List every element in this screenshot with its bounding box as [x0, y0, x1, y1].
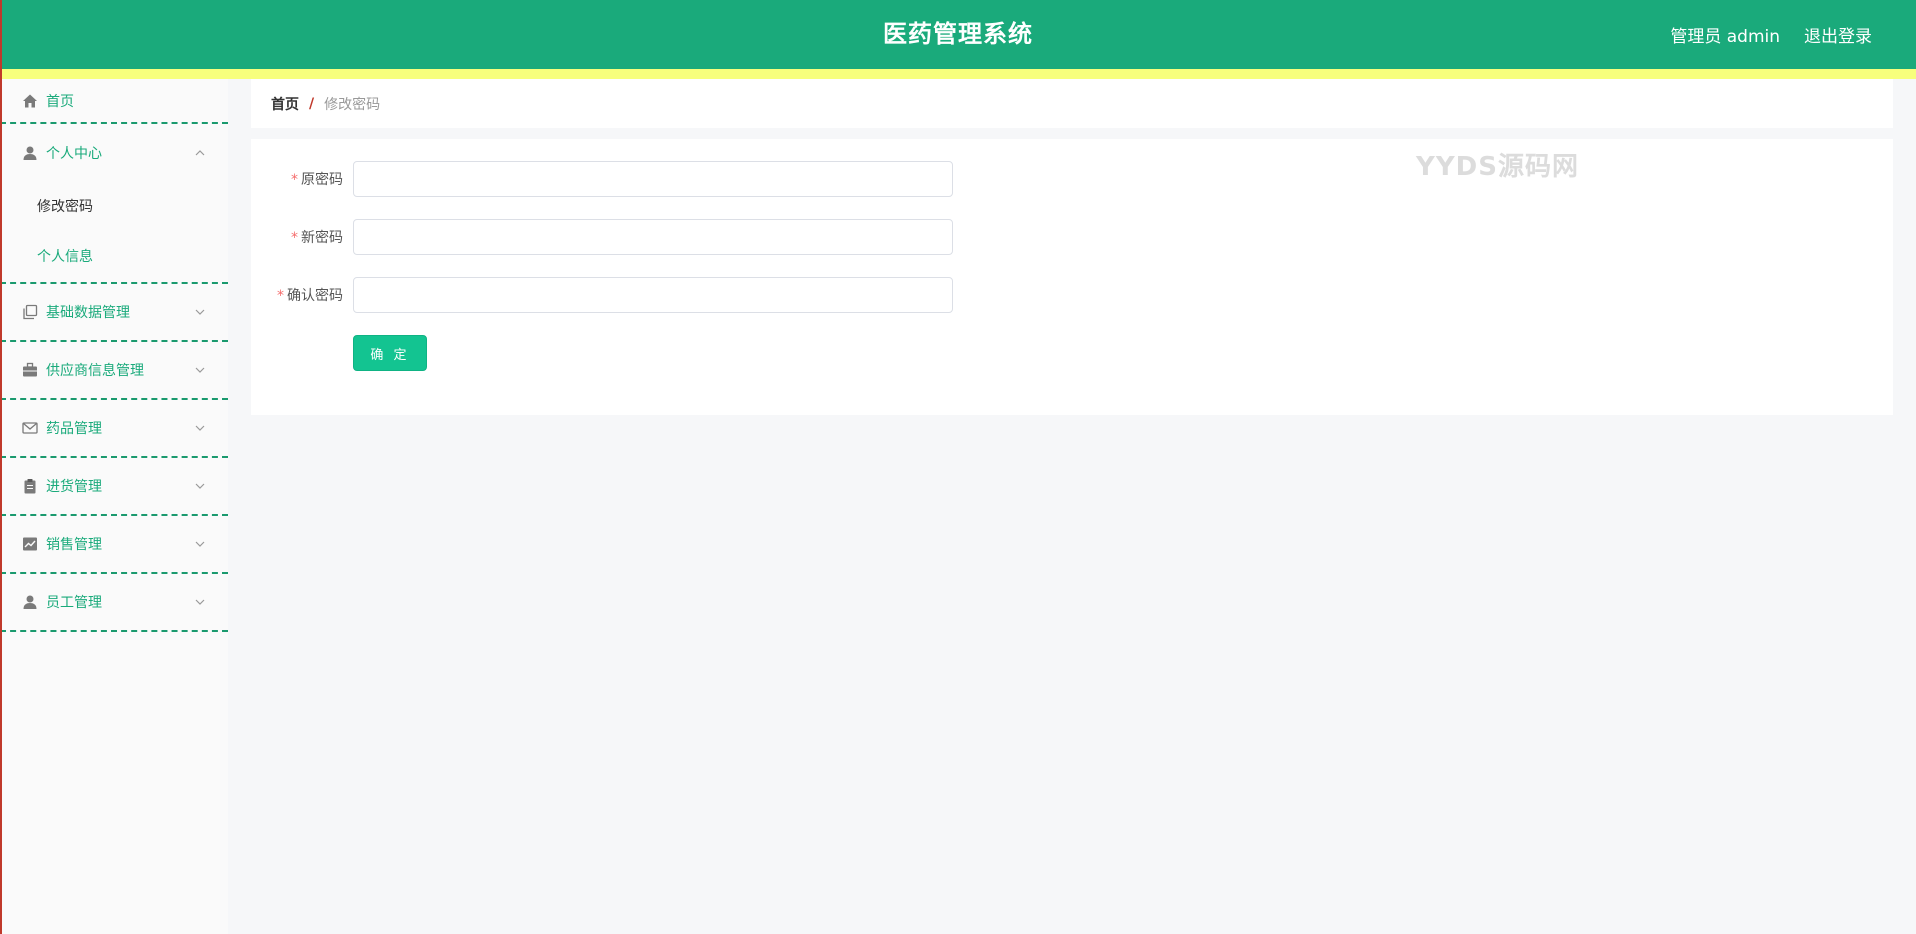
- new-password-label: * 新密码: [251, 227, 353, 247]
- sidebar-item-label: 首页: [46, 93, 74, 110]
- sidebar-subitem-change-password[interactable]: 修改密码: [0, 182, 228, 232]
- new-password-input[interactable]: [353, 219, 953, 255]
- home-icon: [22, 93, 38, 109]
- copy-icon: [22, 304, 38, 320]
- form-row-old-password: * 原密码: [251, 161, 953, 197]
- clipboard-icon: [22, 478, 38, 494]
- sidebar-item-label: 供应商信息管理: [46, 363, 144, 379]
- chevron-down-icon: [195, 483, 205, 489]
- chevron-down-icon: [195, 367, 205, 373]
- header-accent-strip: [0, 69, 1916, 79]
- breadcrumb-current: 修改密码: [324, 96, 381, 113]
- field-label-text: 新密码: [301, 230, 343, 246]
- field-label-text: 确认密码: [287, 288, 343, 304]
- sidebar-item-label: 员工管理: [46, 595, 102, 611]
- field-label-text: 原密码: [301, 172, 343, 188]
- sidebar-item-supplier[interactable]: 供应商信息管理: [0, 342, 228, 400]
- change-password-form: * 原密码 * 新密码 * 确认密码 确 定: [251, 139, 1893, 415]
- header-user-area: 管理员 admin 退出登录: [1670, 0, 1872, 69]
- confirm-button[interactable]: 确 定: [353, 335, 427, 371]
- sidebar-item-basic-data[interactable]: 基础数据管理: [0, 284, 228, 342]
- required-mark: *: [277, 288, 284, 304]
- breadcrumb-separator: /: [309, 95, 315, 112]
- breadcrumb: 首页 / 修改密码: [251, 79, 1893, 128]
- chart-icon: [22, 536, 38, 552]
- window-left-edge: [0, 0, 2, 934]
- form-row-new-password: * 新密码: [251, 219, 953, 255]
- chevron-down-icon: [195, 599, 205, 605]
- chevron-down-icon: [195, 425, 205, 431]
- current-user-label: 管理员 admin: [1670, 27, 1780, 47]
- watermark: YYDS源码网: [1416, 152, 1579, 182]
- sidebar-item-staff[interactable]: 员工管理: [0, 574, 228, 632]
- sidebar-item-home[interactable]: 首页: [0, 79, 228, 124]
- confirm-password-label: * 确认密码: [251, 285, 353, 305]
- required-mark: *: [291, 172, 298, 188]
- sidebar-item-medicine[interactable]: 药品管理: [0, 400, 228, 458]
- sidebar-item-sales[interactable]: 销售管理: [0, 516, 228, 574]
- user-icon: [22, 145, 38, 161]
- mail-icon: [22, 420, 38, 436]
- form-row-confirm-password: * 确认密码: [251, 277, 953, 313]
- sidebar-item-label: 个人中心: [46, 146, 102, 162]
- old-password-input[interactable]: [353, 161, 953, 197]
- app-title: 医药管理系统: [883, 20, 1033, 48]
- briefcase-icon: [22, 362, 38, 378]
- chevron-down-icon: [195, 541, 205, 547]
- logout-link[interactable]: 退出登录: [1804, 22, 1872, 47]
- sidebar-subitem-personal-info[interactable]: 个人信息: [0, 232, 228, 282]
- sidebar-item-label: 销售管理: [46, 537, 102, 553]
- sidebar-item-label: 基础数据管理: [46, 305, 130, 321]
- old-password-label: * 原密码: [251, 169, 353, 189]
- person-icon: [22, 594, 38, 610]
- sidebar-item-personal-center[interactable]: 个人中心: [0, 124, 228, 182]
- confirm-password-input[interactable]: [353, 277, 953, 313]
- chevron-up-icon: [195, 150, 205, 156]
- sidebar-item-label: 进货管理: [46, 479, 102, 495]
- breadcrumb-home-link[interactable]: 首页: [271, 94, 299, 114]
- required-mark: *: [291, 230, 298, 246]
- sidebar-item-label: 药品管理: [46, 421, 102, 437]
- sidebar-group-personal-center: 个人中心 修改密码 个人信息: [0, 124, 228, 284]
- sidebar-menu: 首页 个人中心 修改密码 个人信息 基础数据管理 供应商信息管理 药品管理 进货…: [0, 79, 228, 934]
- chevron-down-icon: [195, 309, 205, 315]
- sidebar-item-purchase[interactable]: 进货管理: [0, 458, 228, 516]
